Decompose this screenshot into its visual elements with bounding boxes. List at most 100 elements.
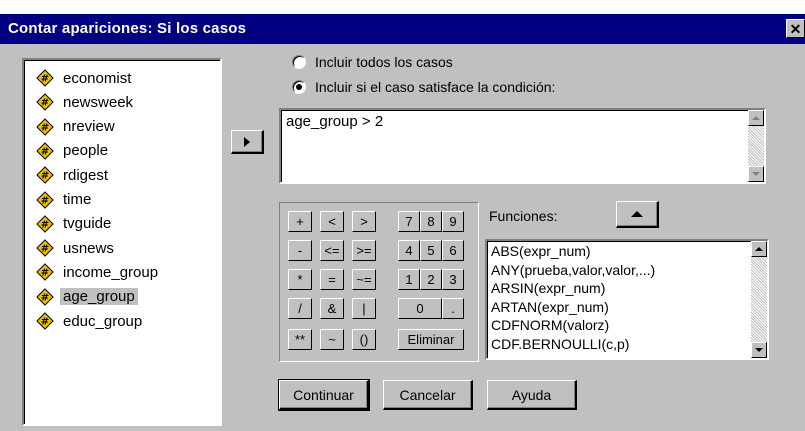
variable-label: people [63,142,109,160]
svg-text:#: # [41,219,49,230]
svg-text:#: # [41,317,49,328]
keypad-key[interactable]: = [320,269,344,290]
keypad-key[interactable]: 7 [398,211,420,232]
keypad-key[interactable]: 1 [398,269,420,290]
arrow-right-icon [244,136,250,147]
numeric-variable-icon: # [36,263,54,282]
functions-scroll-up[interactable] [751,241,767,257]
numeric-variable-icon: # [36,166,54,184]
keypad-key[interactable]: Eliminar [398,329,464,350]
radio-if-condition-label: Incluir si el caso satisface la condició… [315,79,556,95]
help-button[interactable]: Ayuda [487,380,577,410]
keypad-key[interactable]: / [288,298,312,319]
condition-textarea[interactable]: age_group > 2 [279,108,766,184]
functions-scroll-down[interactable] [751,342,767,358]
keypad-key[interactable]: ~ [320,329,344,350]
variable-label: usnews [63,239,114,257]
close-button[interactable]: ✕ [786,19,805,38]
variable-item[interactable]: # people [36,139,111,163]
functions-scrollbar[interactable] [751,241,767,358]
move-variable-button[interactable] [231,130,264,154]
keypad-key[interactable]: | [352,298,376,319]
variable-label: time [63,191,92,208]
functions-label: Funciones: [489,208,558,224]
variable-item[interactable]: # rdigest [36,163,111,187]
keypad-key[interactable]: >= [352,240,376,261]
functions-list[interactable]: ABS(expr_num) ANY(prueba,valor,valor,...)… [485,239,769,360]
keypad-key[interactable]: 2 [420,269,442,290]
svg-text:#: # [41,268,49,279]
function-item[interactable]: CDF.BERNOULLI(c,p) [491,336,629,353]
function-item[interactable]: ARTAN(expr_num) [491,299,609,316]
numeric-variable-icon: # [36,69,54,87]
scroll-down-icon [752,172,760,176]
keypad-key[interactable]: < [320,211,344,232]
variable-label: rdigest [63,166,109,184]
variable-label: income_group [63,263,159,281]
function-item[interactable]: ARSIN(expr_num) [491,280,605,297]
variable-label: newsweek [63,93,134,111]
numeric-variable-icon: # [36,93,54,112]
close-icon: ✕ [789,21,802,37]
function-item[interactable]: ANY(prueba,valor,valor,...) [491,262,655,279]
insert-function-button[interactable] [616,201,659,228]
variable-item[interactable]: # income_group [36,260,161,284]
keypad-key[interactable]: 5 [420,240,442,261]
variable-label: tvguide [63,215,112,233]
variable-item[interactable]: # educ_group [36,309,145,333]
numeric-variable-icon: # [36,117,54,136]
keypad-key[interactable]: . [442,298,464,319]
condition-text: age_group > 2 [286,113,384,130]
keypad-key[interactable]: 0 [398,298,442,319]
keypad-key[interactable]: 3 [442,269,464,290]
variable-label: nreview [63,118,115,136]
keypad-key[interactable]: <= [320,240,344,261]
variable-label: economist [63,69,132,87]
variable-item[interactable]: # newsweek [36,90,136,114]
cancel-button[interactable]: Cancelar [383,380,473,410]
variable-list[interactable]: # economist # newsweek # nreview # people # rdige… [22,58,222,426]
condition-scroll-up[interactable] [748,110,764,126]
keypad-key[interactable]: () [352,329,376,350]
keypad-key[interactable]: ** [288,329,312,350]
keypad-key[interactable]: ~= [352,269,376,290]
dialog-window: Contar apariciones: Si los casos ✕ # econ… [0,14,805,431]
scroll-down-icon [755,348,763,352]
radio-all-cases-control[interactable] [292,55,306,69]
radio-if-condition[interactable]: Incluir si el caso satisface la condició… [292,79,555,95]
function-item[interactable]: CDFNORM(valorz) [491,317,609,334]
svg-text:#: # [41,171,49,182]
variable-item[interactable]: # time [36,188,94,212]
svg-text:#: # [41,74,49,85]
arrow-up-icon [631,211,643,217]
title-bar[interactable]: Contar apariciones: Si los casos ✕ [0,14,805,44]
variable-item[interactable]: # age_group [36,285,138,309]
numeric-variable-icon: # [36,142,54,160]
scroll-up-icon [755,247,763,251]
variable-item[interactable]: # economist [36,66,134,90]
variable-item[interactable]: # tvguide [36,212,114,236]
keypad-key[interactable]: 8 [420,211,442,232]
variable-item[interactable]: # usnews [36,236,117,260]
keypad-key[interactable]: 4 [398,240,420,261]
keypad-key[interactable]: * [288,269,312,290]
variable-label: age_group [60,288,138,306]
function-item[interactable]: ABS(expr_num) [491,243,591,260]
continue-button[interactable]: Continuar [278,379,370,411]
radio-if-condition-control[interactable] [292,80,306,94]
keypad-key[interactable]: 9 [442,211,464,232]
keypad-key[interactable]: & [320,298,344,319]
keypad-key[interactable]: > [352,211,376,232]
condition-scroll-down[interactable] [748,166,764,182]
calculator-keypad: + < >7 8 9 - <= >= 4 5 6 * = ~= 1 2 3 /& | 0. ** ~ () Eliminar [279,202,479,362]
keypad-key[interactable]: + [288,211,312,232]
svg-text:#: # [41,244,49,255]
svg-text:#: # [41,98,49,109]
variable-item[interactable]: # nreview [36,115,118,139]
numeric-variable-icon: # [36,312,54,330]
svg-text:#: # [41,195,49,206]
keypad-key[interactable]: - [288,240,312,261]
numeric-variable-icon: # [36,190,54,209]
radio-all-cases[interactable]: Incluir todos los casos [292,54,453,70]
keypad-key[interactable]: 6 [442,240,464,261]
